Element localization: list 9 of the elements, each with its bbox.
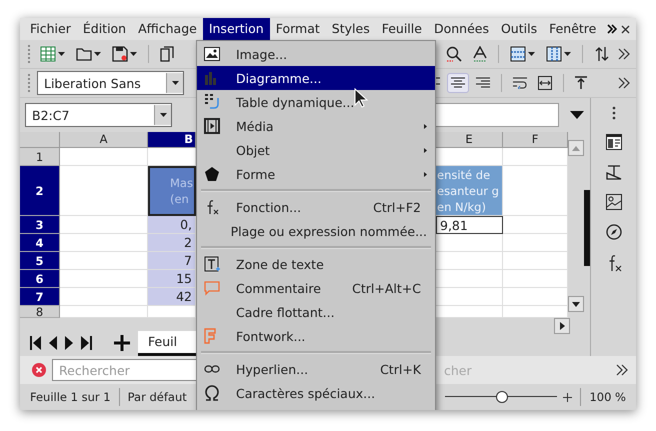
table-cell: 2	[148, 234, 196, 252]
table-cell: 7	[148, 252, 196, 270]
table-cell: 0,	[148, 216, 196, 234]
sheet-info: Feuille 1 sur 1	[30, 390, 111, 404]
table-cell: 42	[148, 288, 196, 306]
table-cell: 9,81	[436, 216, 503, 234]
table-cell: 15	[148, 270, 196, 288]
table-cell: Mas (en	[148, 166, 196, 216]
table-cell: ensité de esanteur g en N/kg)	[436, 166, 503, 216]
